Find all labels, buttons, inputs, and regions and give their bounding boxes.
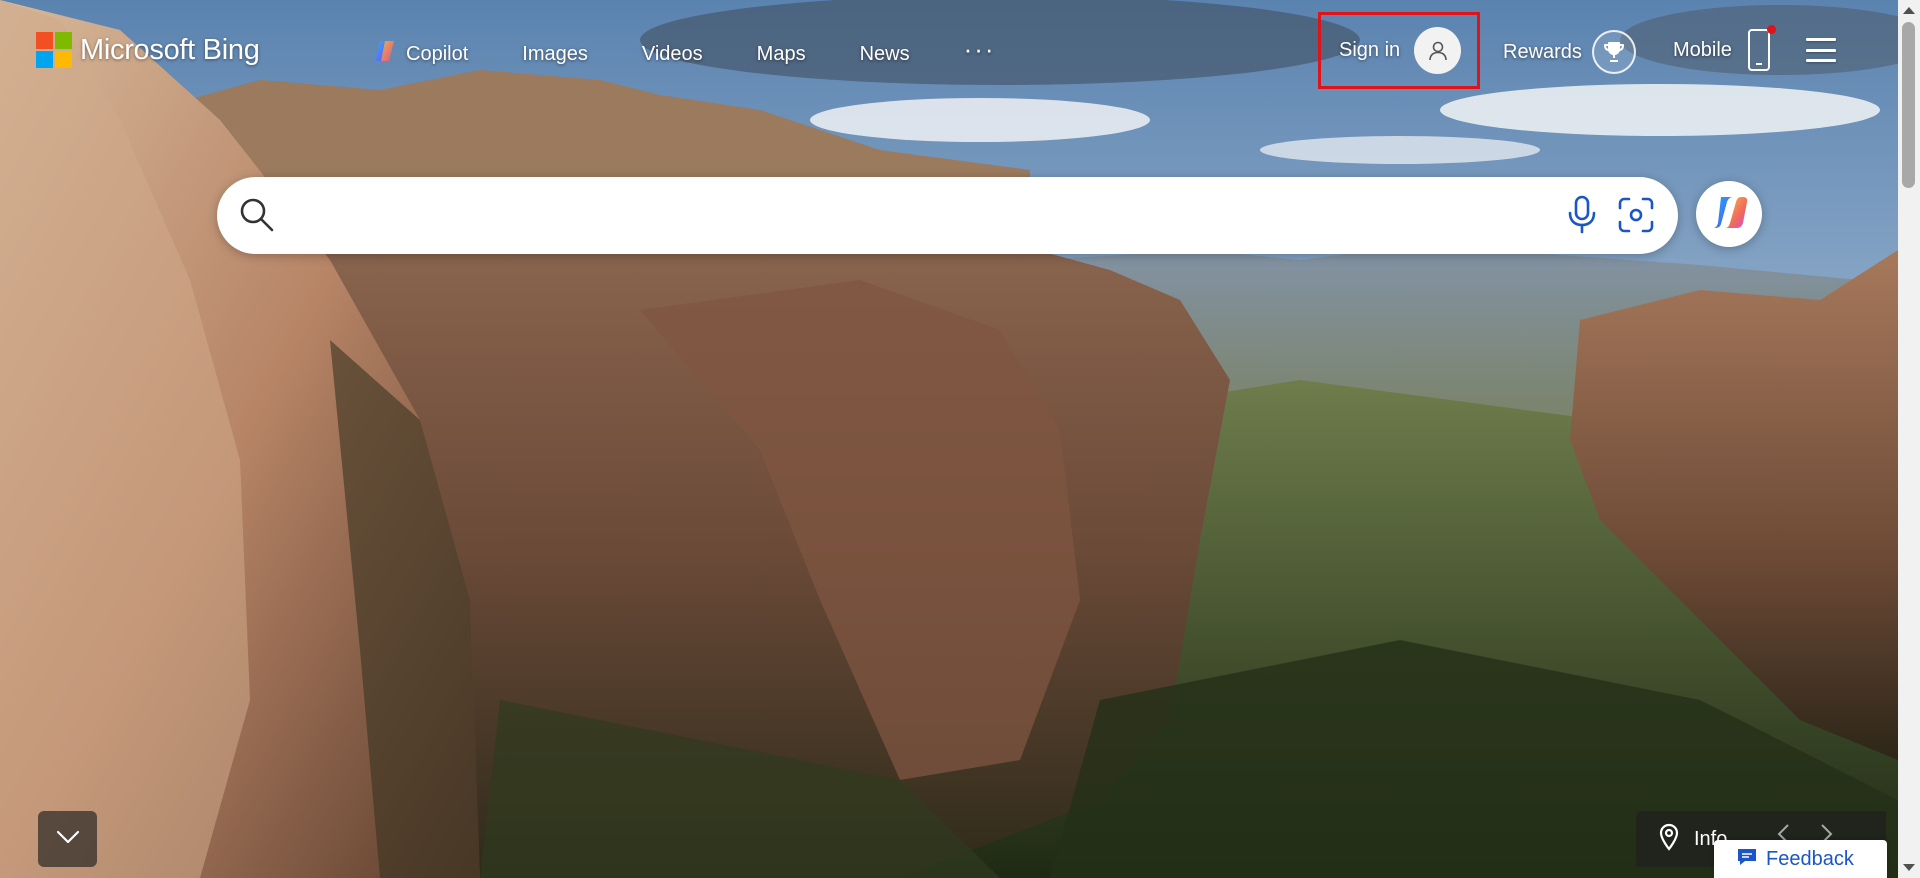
rewards-button[interactable]: Rewards	[1503, 30, 1636, 74]
hamburger-icon[interactable]	[1806, 38, 1836, 62]
scroll-down-button[interactable]	[38, 811, 97, 867]
search-box	[217, 177, 1678, 254]
chat-bubble-icon	[1736, 847, 1758, 872]
scroll-up-arrow-icon[interactable]	[1903, 7, 1915, 14]
search-input[interactable]	[285, 191, 1485, 239]
microphone-icon[interactable]	[1567, 195, 1597, 240]
feedback-label: Feedback	[1766, 847, 1854, 870]
visual-search-icon[interactable]	[1617, 196, 1655, 239]
copilot-icon	[1709, 192, 1749, 237]
nav-label-news: News	[859, 42, 910, 65]
feedback-button[interactable]: Feedback	[1714, 840, 1887, 878]
brand-name: Microsoft Bing	[80, 33, 260, 66]
phone-icon	[1746, 25, 1776, 72]
mobile-label: Mobile	[1673, 38, 1732, 61]
search-icon[interactable]	[239, 197, 275, 238]
background-image	[0, 0, 1898, 878]
nav-label-images: Images	[522, 42, 588, 65]
location-pin-icon	[1658, 823, 1680, 856]
notification-dot	[1766, 25, 1776, 34]
nav-item-copilot[interactable]: Copilot	[372, 38, 468, 70]
mobile-button[interactable]: Mobile	[1673, 25, 1776, 72]
top-nav: Copilot Images Videos Maps News ···	[372, 36, 1050, 70]
nav-label-videos: Videos	[641, 42, 703, 65]
copilot-button[interactable]	[1696, 181, 1762, 247]
chevron-down-icon	[56, 830, 80, 849]
nav-label-maps: Maps	[756, 42, 806, 65]
person-icon	[1414, 27, 1462, 74]
sign-in-label: Sign in	[1339, 39, 1401, 61]
copilot-icon	[372, 38, 398, 70]
scroll-down-arrow-icon[interactable]	[1903, 864, 1915, 871]
top-header: Microsoft Bing Copilot Images Videos Map…	[0, 0, 1898, 104]
rewards-label: Rewards	[1503, 40, 1582, 63]
bing-logo[interactable]: Microsoft Bing	[36, 32, 260, 68]
nav-item-news[interactable]: News	[860, 43, 910, 66]
scrollbar-thumb[interactable]	[1902, 22, 1915, 188]
nav-item-videos[interactable]: Videos	[642, 43, 703, 66]
sign-in-button[interactable]: Sign in	[1318, 12, 1480, 89]
vertical-scrollbar[interactable]	[1898, 0, 1920, 878]
nav-label-copilot: Copilot	[406, 42, 469, 65]
nav-more-button[interactable]: ···	[964, 36, 996, 62]
trophy-icon	[1591, 30, 1636, 74]
microsoft-logo-icon	[36, 32, 72, 68]
nav-item-maps[interactable]: Maps	[757, 43, 806, 66]
nav-item-images[interactable]: Images	[522, 43, 588, 66]
